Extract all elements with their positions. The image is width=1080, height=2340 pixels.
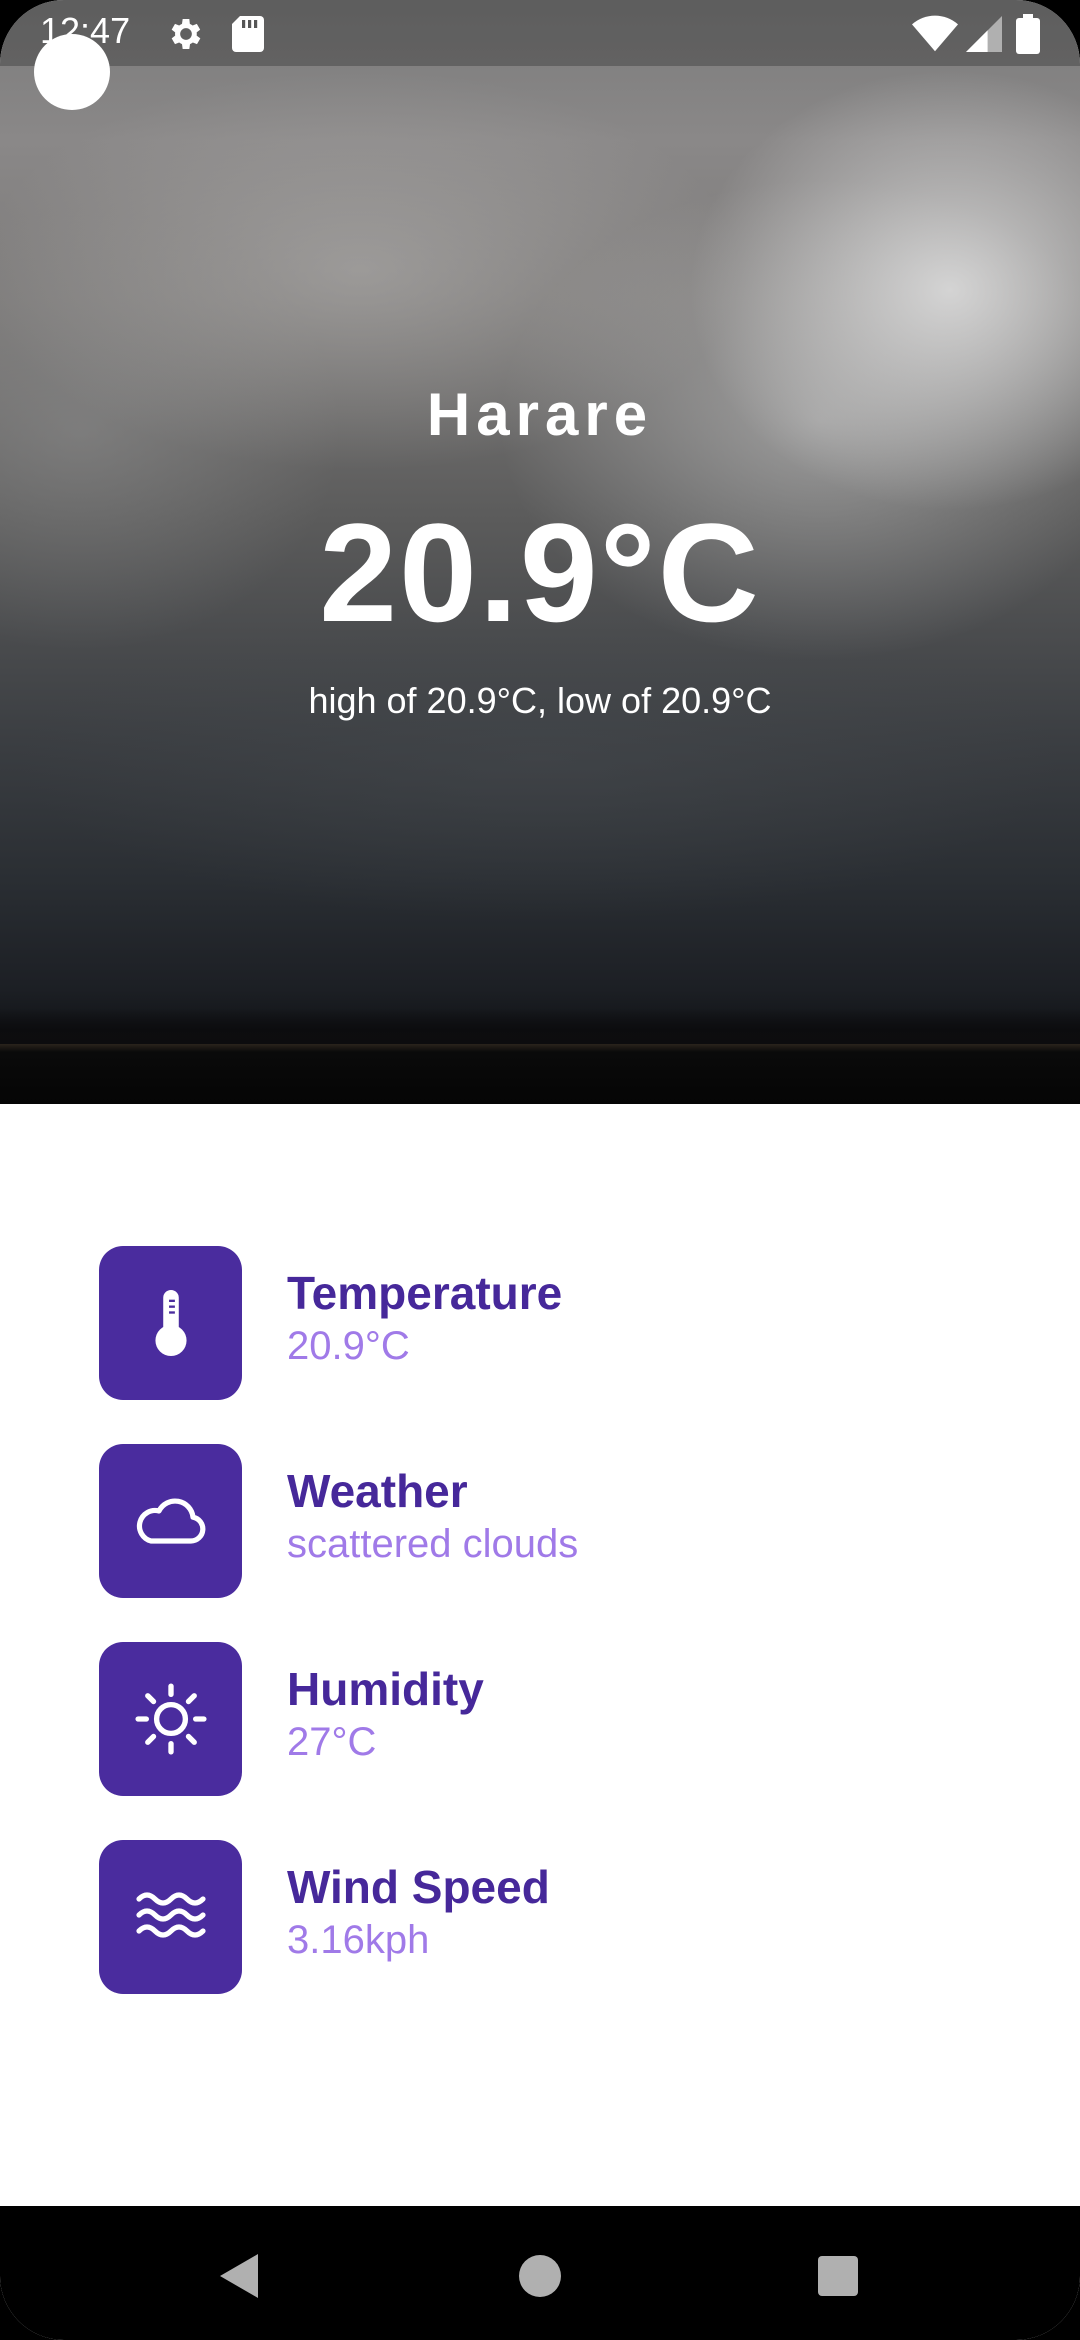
floating-circle[interactable]: [34, 34, 110, 110]
cell-signal-icon: [966, 14, 1002, 59]
system-nav-bar: [0, 2206, 1080, 2340]
gear-icon: [166, 14, 206, 59]
cloud-icon: [99, 1444, 242, 1598]
detail-value: 3.16kph: [287, 1918, 430, 1962]
detail-row-wind-speed: Wind Speed 3.16kph: [99, 1840, 999, 1994]
back-icon[interactable]: [200, 2236, 280, 2316]
detail-row-temperature: Temperature 20.9°C: [99, 1246, 999, 1400]
status-bar: 12:47: [0, 0, 1080, 66]
wifi-icon: [912, 14, 958, 59]
detail-row-humidity: Humidity 27°C: [99, 1642, 999, 1796]
detail-value: 27°C: [287, 1720, 377, 1764]
sd-card-icon: [230, 14, 266, 59]
detail-title: Temperature: [287, 1267, 563, 1319]
detail-title: Wind Speed: [287, 1861, 550, 1913]
waves-icon: [99, 1840, 242, 1994]
high-low-temperature: high of 20.9°C, low of 20.9°C: [308, 680, 772, 721]
hero-horizon: [0, 1008, 1080, 1044]
thermometer-icon: [99, 1246, 242, 1400]
detail-title: Weather: [287, 1465, 468, 1517]
recents-icon[interactable]: [798, 2236, 878, 2316]
detail-row-weather: Weather scattered clouds: [99, 1444, 999, 1598]
detail-value: scattered clouds: [287, 1522, 579, 1566]
detail-title: Humidity: [287, 1663, 484, 1715]
home-icon[interactable]: [500, 2236, 580, 2316]
weather-hero: 12:47 Harare 20.9°C high of 20.9°C, low …: [0, 0, 1080, 1104]
city-name: Harare: [426, 381, 654, 448]
detail-value: 20.9°C: [287, 1324, 410, 1368]
battery-icon: [1016, 14, 1040, 59]
app-screen: 12:47 Harare 20.9°C high of 20.9°C, low …: [0, 0, 1080, 2340]
sun-icon: [99, 1642, 242, 1796]
current-temperature: 20.9°C: [319, 494, 761, 651]
